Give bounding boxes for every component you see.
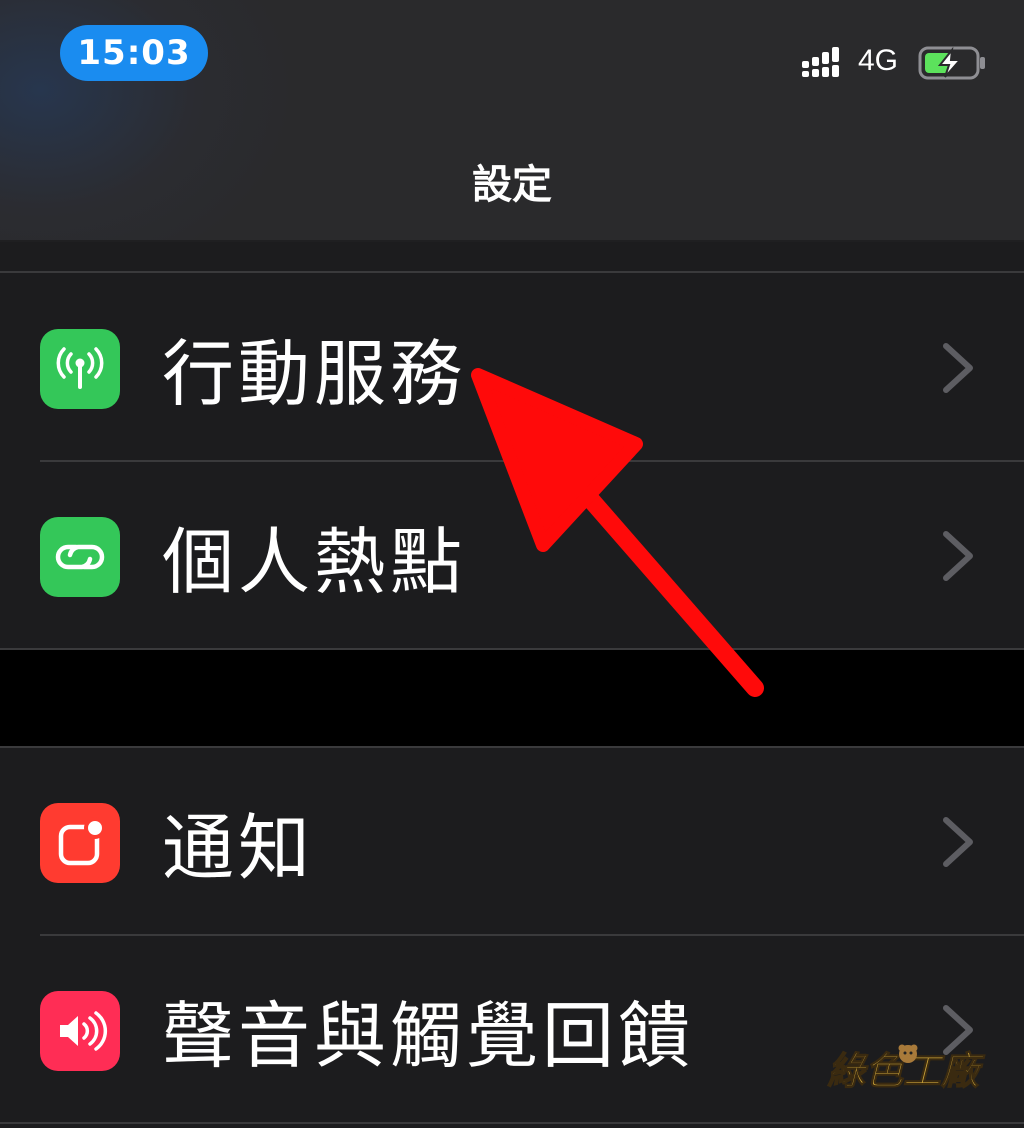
header: 15:03 4G 設定 bbox=[0, 0, 1024, 240]
speaker-icon bbox=[40, 991, 120, 1071]
antenna-icon bbox=[40, 329, 120, 409]
battery-charging-icon bbox=[918, 46, 985, 80]
chevron-right-icon bbox=[943, 531, 973, 581]
header-divider bbox=[0, 240, 1024, 242]
network-type: 4G bbox=[858, 44, 899, 77]
group-divider bbox=[0, 271, 1024, 273]
group-divider bbox=[0, 1122, 1024, 1124]
status-bar: 15:03 4G bbox=[0, 0, 1024, 100]
page-title: 設定 bbox=[472, 162, 552, 208]
notification-icon bbox=[40, 803, 120, 883]
settings-row-hotspot[interactable]: 個人熱點 bbox=[0, 462, 1024, 648]
chevron-right-icon bbox=[943, 817, 973, 867]
watermark-logo: 綠色工廠 bbox=[826, 1044, 986, 1094]
status-time[interactable]: 15:03 bbox=[60, 25, 208, 81]
settings-row-cellular[interactable]: 行動服務 bbox=[0, 274, 1024, 460]
row-label: 聲音與觸覺回饋 bbox=[162, 993, 695, 1078]
section-gap bbox=[0, 650, 1024, 746]
row-label: 通知 bbox=[162, 805, 315, 890]
settings-row-notifications[interactable]: 通知 bbox=[0, 748, 1024, 934]
row-label: 個人熱點 bbox=[162, 519, 467, 604]
hotspot-link-icon bbox=[40, 517, 120, 597]
row-label: 行動服務 bbox=[162, 331, 467, 416]
chevron-right-icon bbox=[943, 343, 973, 393]
cellular-signal-icon bbox=[802, 47, 839, 77]
settings-screen: 15:03 4G 設定 行動服務 個人熱點 通知 聲音與觸覺回饋 綠色工廠 bbox=[0, 0, 1024, 1128]
